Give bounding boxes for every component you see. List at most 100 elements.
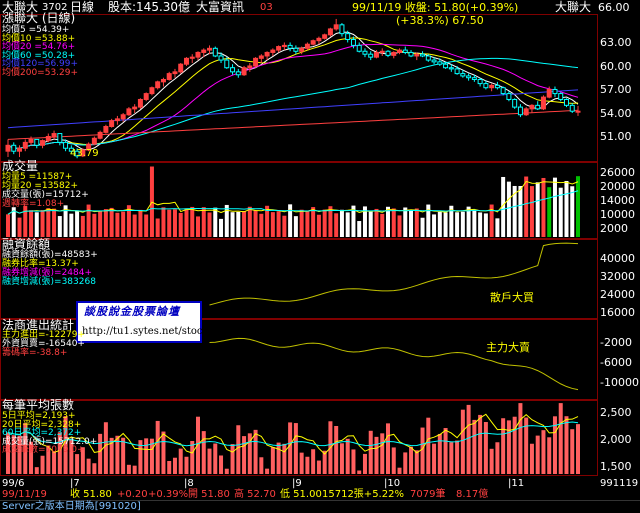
volume-bar bbox=[357, 221, 362, 237]
volume-bar bbox=[345, 212, 350, 237]
candle-body bbox=[166, 73, 172, 80]
volume-bar bbox=[368, 211, 373, 237]
avg-bar bbox=[126, 464, 131, 474]
avg-bar bbox=[98, 433, 103, 474]
volume-bar bbox=[535, 182, 540, 237]
candle-body bbox=[517, 106, 523, 116]
volume-bar bbox=[121, 211, 126, 237]
volume-bar bbox=[69, 213, 74, 237]
volume-bar bbox=[219, 218, 224, 237]
volume-bar bbox=[409, 210, 414, 237]
candle-body bbox=[529, 104, 535, 110]
volume-bar bbox=[483, 213, 488, 237]
candle-body bbox=[558, 93, 564, 100]
candle-body bbox=[454, 68, 460, 75]
avg-bar bbox=[547, 437, 552, 474]
volume-bar bbox=[576, 176, 580, 237]
candle-body bbox=[339, 24, 345, 35]
avg-bar bbox=[219, 455, 224, 474]
candle-body bbox=[40, 140, 46, 146]
volume-bar bbox=[167, 209, 172, 237]
volume-bar bbox=[570, 186, 575, 237]
volume-legend-item: 週轉率=1.08+ bbox=[2, 199, 65, 209]
volume-bar bbox=[506, 181, 511, 237]
volume-bar bbox=[34, 212, 39, 237]
avg-bar bbox=[299, 452, 304, 474]
candle-body bbox=[51, 133, 57, 137]
avg-bar bbox=[570, 429, 575, 474]
candle-body bbox=[253, 57, 259, 67]
candle-body bbox=[506, 93, 512, 100]
volume-bar bbox=[138, 209, 143, 237]
candle-body bbox=[385, 50, 391, 56]
candle-body bbox=[155, 81, 161, 89]
avg-bar bbox=[437, 433, 442, 474]
avg-bar bbox=[155, 420, 160, 474]
avg-bar bbox=[270, 447, 275, 474]
avg-bar bbox=[576, 424, 580, 474]
avg-bar bbox=[253, 429, 258, 474]
ma-line-10 bbox=[7, 37, 579, 149]
margin-annotation: 散戶大買 bbox=[490, 291, 534, 304]
candle-body bbox=[97, 131, 103, 139]
volume-bar bbox=[57, 216, 62, 237]
candle-body bbox=[535, 104, 541, 110]
volume-bar bbox=[80, 215, 85, 237]
avg-bar bbox=[483, 422, 488, 474]
price-peak-label: (+38.3%) 67.50 bbox=[396, 14, 484, 27]
candle-body bbox=[247, 65, 253, 69]
avg-bar bbox=[403, 452, 408, 474]
watermark-box[interactable]: 談股說金股票論壇 http://tu1.sytes.net/stock bbox=[76, 301, 209, 343]
price-legend-item: 均價200=53.29+ bbox=[2, 67, 79, 78]
volume-axis-label: 14000 bbox=[600, 194, 635, 207]
volume-bar bbox=[230, 212, 235, 237]
volume-bar bbox=[98, 211, 103, 237]
avg-bar bbox=[512, 416, 517, 474]
watermark-title: 談股說金股票論壇 bbox=[84, 305, 180, 318]
status-open: 開 51.80 bbox=[188, 489, 230, 500]
candle-body bbox=[304, 43, 310, 49]
candle-body bbox=[356, 44, 362, 52]
candle-body bbox=[540, 96, 546, 110]
month-tick: |9 bbox=[292, 478, 302, 489]
status-close: 收 51.80 bbox=[70, 489, 112, 500]
volume-bar bbox=[443, 212, 448, 237]
volume-bar bbox=[495, 218, 500, 237]
avg-bar bbox=[121, 437, 126, 474]
watermark-url[interactable]: http://tu1.sytes.net/stock bbox=[82, 326, 209, 337]
volume-bar bbox=[432, 214, 437, 237]
avg-bar bbox=[466, 404, 471, 474]
margin-panel-title: 融資餘額 bbox=[2, 237, 51, 251]
avg-bar bbox=[184, 456, 189, 474]
candle-body bbox=[109, 120, 115, 127]
candle-body bbox=[471, 77, 477, 80]
volume-bar bbox=[92, 213, 97, 237]
month-tick: |7 bbox=[70, 478, 80, 489]
candle-body bbox=[230, 67, 236, 73]
avg-bar bbox=[242, 436, 247, 474]
volume-bar bbox=[282, 215, 287, 237]
candle-body bbox=[483, 83, 489, 89]
volume-bar bbox=[29, 210, 34, 237]
avg-bar bbox=[391, 447, 396, 474]
ma-line-200 bbox=[7, 109, 579, 140]
candle-body bbox=[218, 55, 224, 61]
price-panel-title: 漲聯大 (日線) bbox=[2, 11, 76, 25]
candle-body bbox=[322, 34, 328, 39]
volume-bar bbox=[529, 186, 534, 237]
avg-axis-label: 1,500 bbox=[600, 460, 632, 473]
candle-body bbox=[489, 84, 495, 89]
candle-body bbox=[120, 114, 126, 120]
volume-bar bbox=[305, 210, 310, 237]
candle-body bbox=[241, 67, 247, 76]
status-low: 低 51.00 bbox=[280, 489, 322, 500]
candle-body bbox=[17, 147, 23, 152]
avg-bar bbox=[478, 414, 483, 474]
volume-bar bbox=[52, 208, 57, 237]
avg-bar bbox=[455, 440, 460, 474]
volume-bar bbox=[115, 212, 120, 237]
avg-bar bbox=[224, 468, 229, 474]
candle-body bbox=[569, 104, 575, 112]
candle-body bbox=[391, 51, 397, 56]
candle-body bbox=[373, 51, 379, 58]
